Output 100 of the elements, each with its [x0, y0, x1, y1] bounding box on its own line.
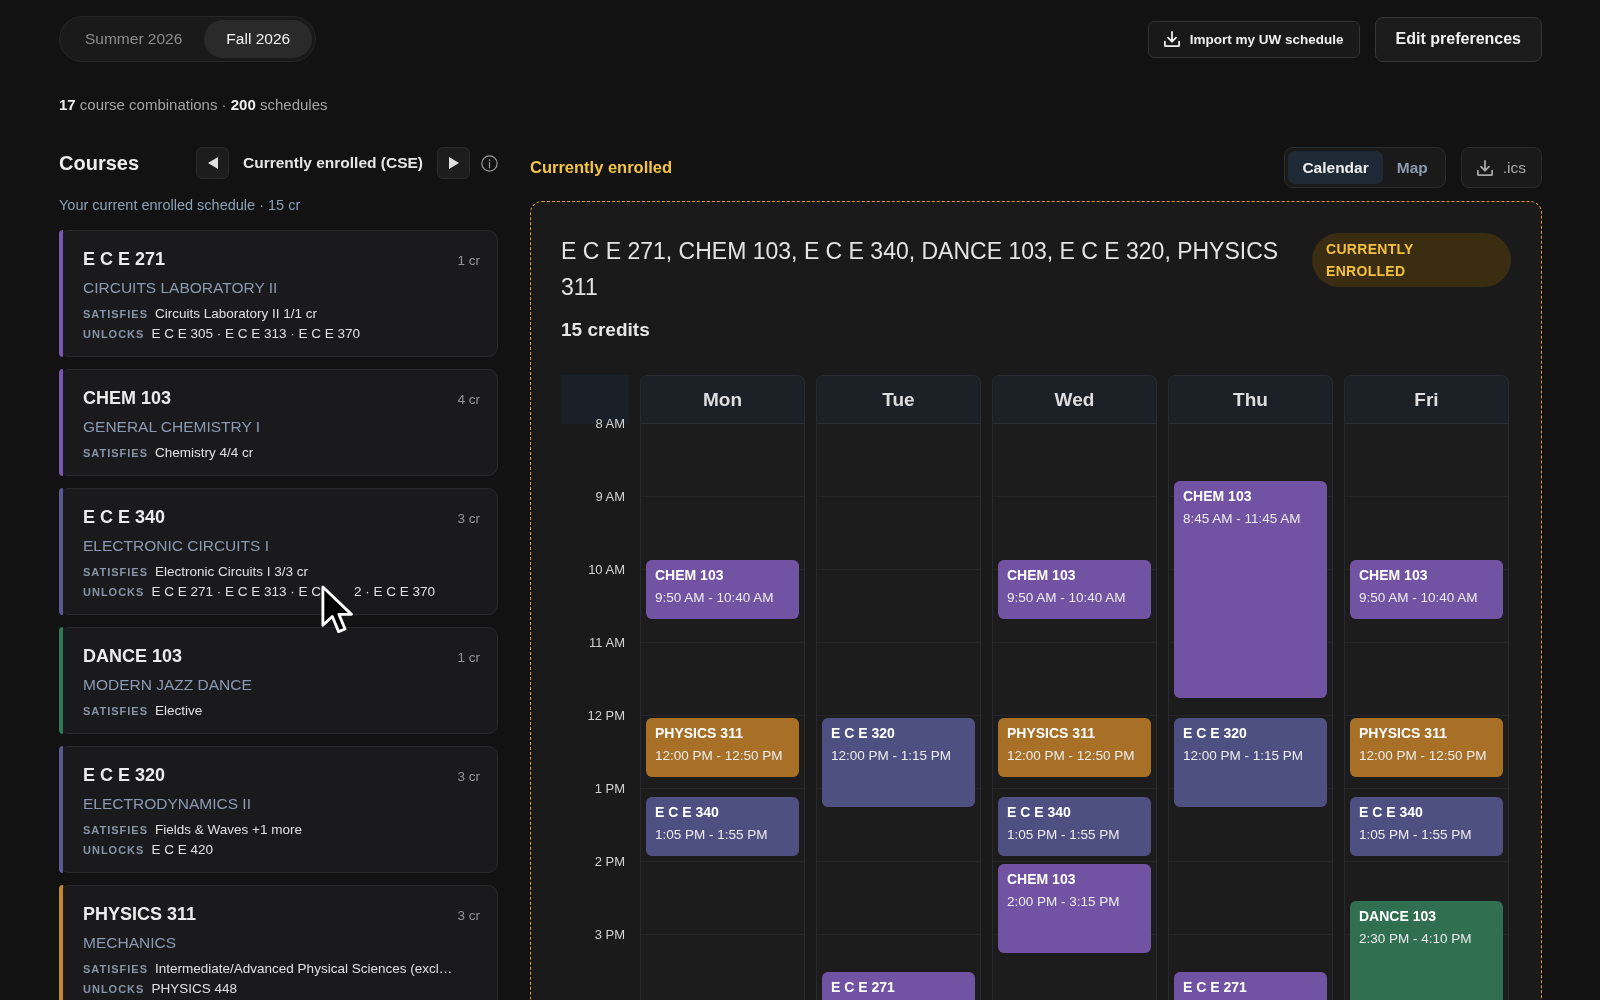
calendar-event[interactable]: CHEM 103 9:50 AM - 10:40 AM: [1350, 559, 1503, 619]
time-label: 10 AM: [588, 562, 625, 578]
export-button[interactable]: .ics: [1460, 147, 1542, 188]
course-code: PHYSICS 311: [83, 904, 197, 924]
schedule-selector-label: Currently enrolled (CSE): [243, 154, 423, 172]
event-time: 9:50 AM - 10:40 AM: [1359, 588, 1479, 607]
event-title: E C E 340: [1007, 803, 1072, 822]
download-icon: [1163, 31, 1180, 47]
schedule-heading: Currently enrolled: [530, 158, 673, 177]
edit-preferences-button[interactable]: Edit preferences: [1374, 16, 1542, 62]
course-credits: 1 cr: [457, 649, 480, 667]
calendar-event[interactable]: PHYSICS 311 12:00 PM - 12:50 PM: [646, 718, 799, 777]
course-credits: 3 cr: [457, 510, 480, 528]
event-title: E C E 320: [1183, 724, 1248, 742]
unlocks-label: UNLOCKS: [83, 843, 145, 858]
satisfies-label: SATISFIES: [83, 565, 149, 580]
unlocks-text: PHYSICS 448: [151, 980, 237, 998]
event-title: PHYSICS 311: [1007, 724, 1096, 742]
term-tab[interactable]: Summer 2026: [63, 20, 205, 58]
event-title: E C E 340: [655, 803, 720, 822]
import-button[interactable]: Import my UW schedule: [1147, 20, 1360, 58]
previous-button[interactable]: [196, 147, 229, 179]
course-card[interactable]: CHEM 103 4 cr GENERAL CHEMISTRY I SATISFIES Chemistry 4/4 cr: [59, 369, 498, 476]
calendar-event[interactable]: CHEM 103 9:50 AM - 10:40 AM: [646, 559, 799, 619]
calendar-event[interactable]: E C E 320 12:00 PM - 1:15 PM: [822, 718, 975, 808]
day-header: Thu: [1169, 376, 1332, 424]
right-triangle-icon: [448, 157, 459, 169]
calendar-event[interactable]: E C E 320 12:00 PM - 1:15 PM: [1174, 718, 1327, 808]
calendar-event[interactable]: E C E 340 1:05 PM - 1:55 PM: [646, 797, 799, 856]
satisfies-text: Circuits Laboratory II 1/1 cr: [155, 305, 318, 323]
time-label: 1 PM: [594, 781, 625, 797]
event-title: E C E 320: [831, 724, 896, 742]
calendar-event[interactable]: CHEM 103 2:00 PM - 3:15 PM: [998, 864, 1151, 954]
course-credits: 3 cr: [457, 907, 480, 925]
calendar-event[interactable]: PHYSICS 311 12:00 PM - 12:50 PM: [1350, 718, 1503, 777]
unlocks-text: E C E 420: [151, 841, 213, 859]
course-title: MODERN JAZZ DANCE: [83, 675, 253, 695]
event-time: 12:00 PM - 12:50 PM: [1359, 747, 1488, 765]
status-badge: CURRENTLY ENROLLED: [1312, 233, 1511, 287]
course-card[interactable]: DANCE 103 1 cr MODERN JAZZ DANCE SATISFIES Elective: [59, 627, 498, 734]
event-title: CHEM 103: [1007, 565, 1077, 584]
course-code: E C E 340: [83, 507, 166, 527]
calendar-event[interactable]: CHEM 103 8:45 AM - 11:45 AM: [1174, 480, 1327, 698]
event-time: 2:00 PM - 3:15 PM: [1007, 893, 1121, 911]
course-code: CHEM 103: [83, 388, 172, 408]
time-label: 9 AM: [595, 489, 625, 505]
day-header: Wed: [993, 376, 1156, 424]
calendar-event[interactable]: E C E 271: [1174, 972, 1327, 1000]
calendar-event[interactable]: DANCE 103 2:30 PM - 4:10 PM: [1350, 900, 1503, 1000]
event-time: 2:30 PM - 4:10 PM: [1359, 929, 1473, 948]
course-card[interactable]: E C E 271 1 cr CIRCUITS LABORATORY II SATISFIES Circuits Laboratory II 1/1 cr UNLOCKS E C E 305 · E C E 313 · E C E 370: [59, 230, 498, 357]
event-title: PHYSICS 311: [655, 724, 744, 742]
left-triangle-icon: [207, 157, 218, 169]
event-time: 1:05 PM - 1:55 PM: [1359, 826, 1473, 845]
course-title: ELECTRODYNAMICS II: [83, 794, 252, 814]
time-label: 8 AM: [595, 416, 625, 432]
summary-text: 17 course combinations · 200 schedules: [59, 96, 329, 114]
schedule-title: E C E 271, CHEM 103, E C E 340, DANCE 103, E C E 320, PHYSICS 311: [561, 237, 1280, 302]
calendar-event[interactable]: E C E 271: [822, 972, 975, 1000]
course-code: E C E 271: [83, 249, 166, 269]
satisfies-text: Electronic Circuits I 3/3 cr: [155, 563, 309, 581]
calendar-event[interactable]: E C E 340 1:05 PM - 1:55 PM: [998, 797, 1151, 856]
course-title: MECHANICS: [83, 933, 177, 953]
event-title: CHEM 103: [1007, 870, 1077, 888]
event-time: 9:50 AM - 10:40 AM: [1007, 588, 1127, 607]
event-title: PHYSICS 311: [1359, 724, 1448, 742]
satisfies-text: Fields & Waves +1 more: [155, 821, 302, 839]
calendar-event[interactable]: CHEM 103 9:50 AM - 10:40 AM: [998, 559, 1151, 619]
next-button[interactable]: [437, 147, 470, 179]
event-time: 1:05 PM - 1:55 PM: [1007, 826, 1121, 845]
event-time: 12:00 PM - 1:15 PM: [831, 747, 953, 765]
calendar-event[interactable]: E C E 340 1:05 PM - 1:55 PM: [1350, 797, 1503, 856]
schedule-summary-text: Your current enrolled schedule · 15 cr: [59, 196, 302, 214]
course-code: DANCE 103: [83, 646, 183, 666]
time-label: 12 PM: [587, 708, 625, 724]
satisfies-label: SATISFIES: [83, 962, 149, 977]
term-tab[interactable]: Fall 2026: [204, 20, 313, 58]
event-title: DANCE 103: [1359, 906, 1438, 925]
unlocks-label: UNLOCKS: [83, 982, 145, 997]
view-tab[interactable]: Calendar: [1288, 151, 1383, 184]
course-card[interactable]: E C E 320 3 cr ELECTRODYNAMICS II SATISFIES Fields & Waves +1 more UNLOCKS E C E 420: [59, 746, 498, 873]
satisfies-label: SATISFIES: [83, 823, 149, 838]
unlocks-text: E C E 305 · E C E 313 · E C E 370: [151, 325, 360, 343]
info-icon[interactable]: [481, 154, 498, 172]
calendar-event[interactable]: PHYSICS 311 12:00 PM - 12:50 PM: [998, 718, 1151, 777]
view-tab[interactable]: Map: [1382, 151, 1442, 184]
event-time: 12:00 PM - 12:50 PM: [1007, 747, 1136, 765]
event-title: E C E 271: [1183, 978, 1248, 996]
unlocks-label: UNLOCKS: [83, 585, 145, 600]
event-title: E C E 271: [831, 978, 896, 996]
event-time: 12:00 PM - 12:50 PM: [655, 747, 784, 765]
course-card[interactable]: PHYSICS 311 3 cr MECHANICS SATISFIES Intermediate/Advanced Physical Sciences (excl… UNLOCKS PHYSICS 448: [59, 885, 498, 1000]
credits-total: 15 credits: [561, 318, 651, 342]
day-header: Fri: [1345, 376, 1508, 424]
event-time: 12:00 PM - 1:15 PM: [1183, 747, 1305, 765]
time-label: 3 PM: [594, 927, 625, 943]
event-time: 1:05 PM - 1:55 PM: [655, 826, 769, 845]
event-title: CHEM 103: [655, 565, 725, 584]
course-credits: 3 cr: [457, 768, 480, 786]
event-title: E C E 340: [1359, 803, 1424, 822]
